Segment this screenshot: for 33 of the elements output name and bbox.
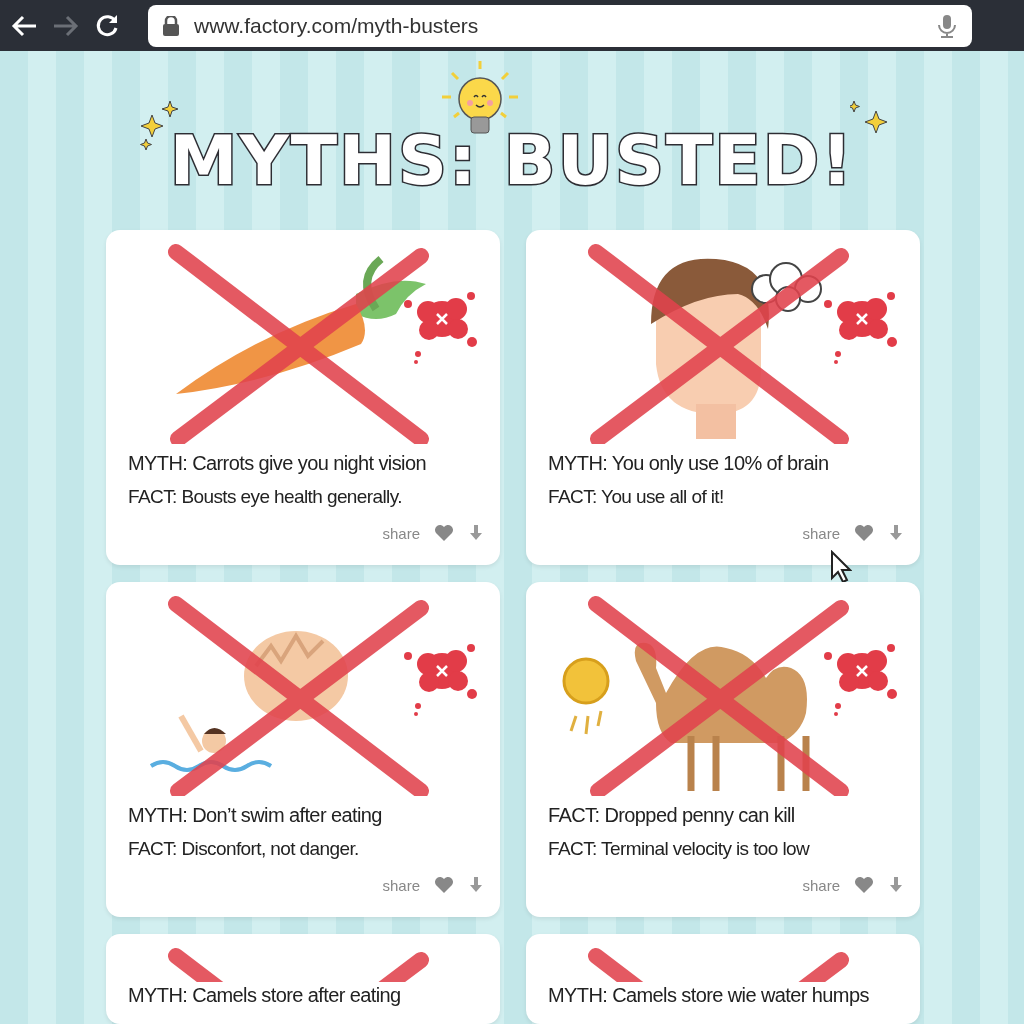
fact-text: FACT: Terminal velocity is too low bbox=[548, 837, 810, 861]
download-icon[interactable] bbox=[468, 524, 484, 542]
splat-icon bbox=[404, 292, 477, 364]
share-link[interactable]: share bbox=[802, 876, 840, 894]
share-link[interactable]: share bbox=[382, 524, 420, 542]
download-icon[interactable] bbox=[888, 524, 904, 542]
download-icon[interactable] bbox=[888, 876, 904, 894]
microphone-icon[interactable] bbox=[936, 13, 958, 38]
back-icon[interactable] bbox=[10, 13, 38, 38]
heart-icon[interactable] bbox=[854, 876, 874, 894]
fact-text: FACT: Disconfort, not danger. bbox=[128, 837, 359, 861]
myth-headline: MYTH: Camels store wie water humps bbox=[548, 983, 869, 1008]
myth-headline: FACT: Dropped penny can kill bbox=[548, 803, 795, 828]
address-bar[interactable]: www.factory.com/myth-busters bbox=[148, 4, 972, 47]
forward-icon[interactable] bbox=[52, 13, 80, 38]
splat-icon bbox=[824, 644, 897, 716]
splat-icon bbox=[824, 292, 897, 364]
heart-icon[interactable] bbox=[434, 524, 454, 542]
heart-icon[interactable] bbox=[854, 524, 874, 542]
splat-icon bbox=[404, 644, 477, 716]
download-icon[interactable] bbox=[468, 876, 484, 894]
myth-headline: MYTH: Carrots give you night vision bbox=[128, 451, 426, 476]
lock-icon bbox=[162, 15, 180, 36]
reload-icon[interactable] bbox=[94, 12, 120, 39]
myth-headline: MYTH: You only use 10% of brain bbox=[548, 451, 829, 476]
heart-icon[interactable] bbox=[434, 876, 454, 894]
share-link[interactable]: share bbox=[382, 876, 420, 894]
share-link[interactable]: share bbox=[802, 524, 840, 542]
fact-text: FACT: You use all of it! bbox=[548, 485, 724, 509]
fact-text: FACT: Bousts eye health generally. bbox=[128, 485, 402, 509]
page-title: MYTHS: BUSTED! bbox=[169, 121, 855, 202]
myth-headline: MYTH: Camels store after eating bbox=[128, 983, 401, 1008]
myth-headline: MYTH: Don’t swim after eating bbox=[128, 803, 382, 828]
